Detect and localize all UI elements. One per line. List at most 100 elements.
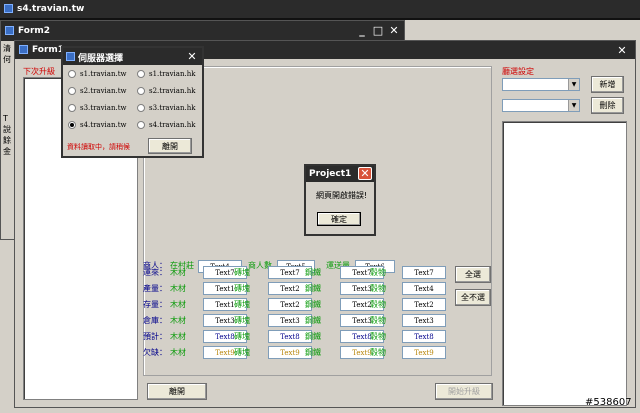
resource-name: 鋼鐵: [305, 316, 321, 325]
resource-name: 木材: [170, 348, 186, 357]
resource-name: 穀物: [370, 332, 386, 341]
server-option-label: s3.travian.hk: [149, 104, 196, 112]
server-dialog-close-button[interactable]: ✕: [185, 49, 199, 63]
resource-name: 木材: [170, 284, 186, 293]
error-dialog-titlebar[interactable]: Project1 ✕: [306, 166, 374, 182]
server-dialog-titlebar[interactable]: 伺服器選擇 ✕: [63, 48, 202, 65]
server-exit-button[interactable]: 離開: [148, 138, 192, 154]
form1-icon: [19, 45, 28, 54]
exit-button[interactable]: 離開: [147, 383, 207, 400]
watermark: #538607: [585, 397, 632, 408]
server-option-label: s2.travian.tw: [80, 87, 127, 95]
server-option[interactable]: s2.travian.hk: [137, 87, 202, 95]
resource-value-field[interactable]: Text3: [402, 314, 446, 327]
server-dialog: 伺服器選擇 ✕ s1.travian.tw s1.travian.hk s2.tra…: [61, 46, 204, 158]
add-button[interactable]: 新增: [591, 76, 624, 93]
resource-name: 穀物: [370, 284, 386, 293]
radio-icon[interactable]: [137, 104, 145, 112]
resource-name: 磚塊: [234, 268, 250, 277]
radio-icon[interactable]: [68, 87, 76, 95]
row-label: 存量：: [143, 300, 167, 309]
resource-name: 木材: [170, 268, 186, 277]
server-option[interactable]: s1.travian.hk: [137, 70, 202, 78]
server-option-label: s1.travian.hk: [149, 70, 196, 78]
resource-name: 磚塊: [234, 348, 250, 357]
building-settings-label: 廳選設定: [502, 67, 534, 76]
upgrade-label: 下次升級: [23, 67, 55, 76]
server-option[interactable]: s2.travian.tw: [68, 87, 137, 95]
resource-value-field[interactable]: Text7: [402, 266, 446, 279]
resource-name: 鋼鐵: [305, 348, 321, 357]
server-options: s1.travian.tw s1.travian.hk s2.travian.tw s…: [68, 70, 202, 129]
form1-close-button[interactable]: ✕: [615, 43, 629, 57]
resource-name: 木材: [170, 332, 186, 341]
chevron-down-icon: ▼: [568, 79, 579, 90]
row-label: 欠缺：: [143, 348, 167, 357]
server-option[interactable]: s4.travian.hk: [137, 121, 202, 129]
row-label: 運來：: [143, 268, 167, 277]
resource-name: 穀物: [370, 268, 386, 277]
server-option-label: s2.travian.hk: [149, 87, 196, 95]
resource-value-field[interactable]: Text4: [402, 282, 446, 295]
resource-name: 磚塊: [234, 284, 250, 293]
server-option[interactable]: s3.travian.hk: [137, 104, 202, 112]
loading-status: 資料讀取中，請稍候: [67, 143, 130, 151]
server-option-label: s3.travian.tw: [80, 104, 127, 112]
deselect-all-button[interactable]: 全不選: [455, 289, 491, 306]
minimize-button[interactable]: _: [355, 23, 369, 37]
server-option-label: s4.travian.hk: [149, 121, 196, 129]
resource-name: 鋼鐵: [305, 332, 321, 341]
chevron-down-icon: ▼: [568, 100, 579, 111]
server-option[interactable]: s4.travian.tw: [68, 121, 137, 129]
server-option[interactable]: s3.travian.tw: [68, 104, 137, 112]
server-option[interactable]: s1.travian.tw: [68, 70, 137, 78]
error-dialog-title: Project1: [309, 169, 352, 179]
error-dialog-close-button[interactable]: ✕: [358, 167, 372, 180]
ok-button[interactable]: 確定: [317, 212, 361, 226]
maximize-button[interactable]: □: [371, 23, 385, 37]
radio-icon[interactable]: [137, 121, 145, 129]
dialog-icon: [66, 52, 75, 61]
server-option-label: s4.travian.tw: [80, 121, 127, 129]
resource-name: 磚塊: [234, 332, 250, 341]
row-label: 倉庫：: [143, 316, 167, 325]
delete-button[interactable]: 刪除: [591, 97, 624, 114]
form2-close-button[interactable]: ✕: [387, 23, 401, 37]
server-option-label: s1.travian.tw: [80, 70, 127, 78]
resource-name: 鋼鐵: [305, 268, 321, 277]
select-all-button[interactable]: 全選: [455, 266, 491, 283]
row-label: 預計：: [143, 332, 167, 341]
server-dialog-title: 伺服器選擇: [78, 54, 124, 64]
resource-name: 磚塊: [234, 316, 250, 325]
resource-name: 磚塊: [234, 300, 250, 309]
browser-title: s4.travian.tw: [17, 4, 85, 14]
form1-title: Form1: [32, 45, 65, 55]
start-upgrade-button[interactable]: 開始升級: [435, 383, 493, 400]
resource-value-field[interactable]: Text8: [402, 330, 446, 343]
radio-icon[interactable]: [68, 70, 76, 78]
resource-value-field[interactable]: Text2: [402, 298, 446, 311]
error-message: 網頁開啟錯誤!: [316, 191, 368, 200]
browser-titlebar: s4.travian.tw: [0, 0, 640, 18]
error-dialog: Project1 ✕ 網頁開啟錯誤! 確定: [304, 164, 376, 236]
building-list[interactable]: [502, 121, 627, 406]
radio-icon[interactable]: [68, 121, 76, 129]
form2-title: Form2: [18, 26, 51, 36]
resource-name: 穀物: [370, 348, 386, 357]
building-dropdown-2[interactable]: ▼: [502, 99, 580, 112]
radio-icon[interactable]: [137, 87, 145, 95]
resource-name: 鋼鐵: [305, 300, 321, 309]
resource-name: 木材: [170, 316, 186, 325]
radio-icon[interactable]: [68, 104, 76, 112]
resource-name: 木材: [170, 300, 186, 309]
row-label: 產量：: [143, 284, 167, 293]
form2-icon: [5, 26, 14, 35]
radio-icon[interactable]: [137, 70, 145, 78]
app-icon: [4, 4, 13, 13]
resource-name: 穀物: [370, 316, 386, 325]
resource-name: 穀物: [370, 300, 386, 309]
building-dropdown-1[interactable]: ▼: [502, 78, 580, 91]
form2-titlebar[interactable]: Form2 _ □ ✕: [1, 21, 404, 41]
resource-value-field[interactable]: Text9: [402, 346, 446, 359]
resource-name: 鋼鐵: [305, 284, 321, 293]
